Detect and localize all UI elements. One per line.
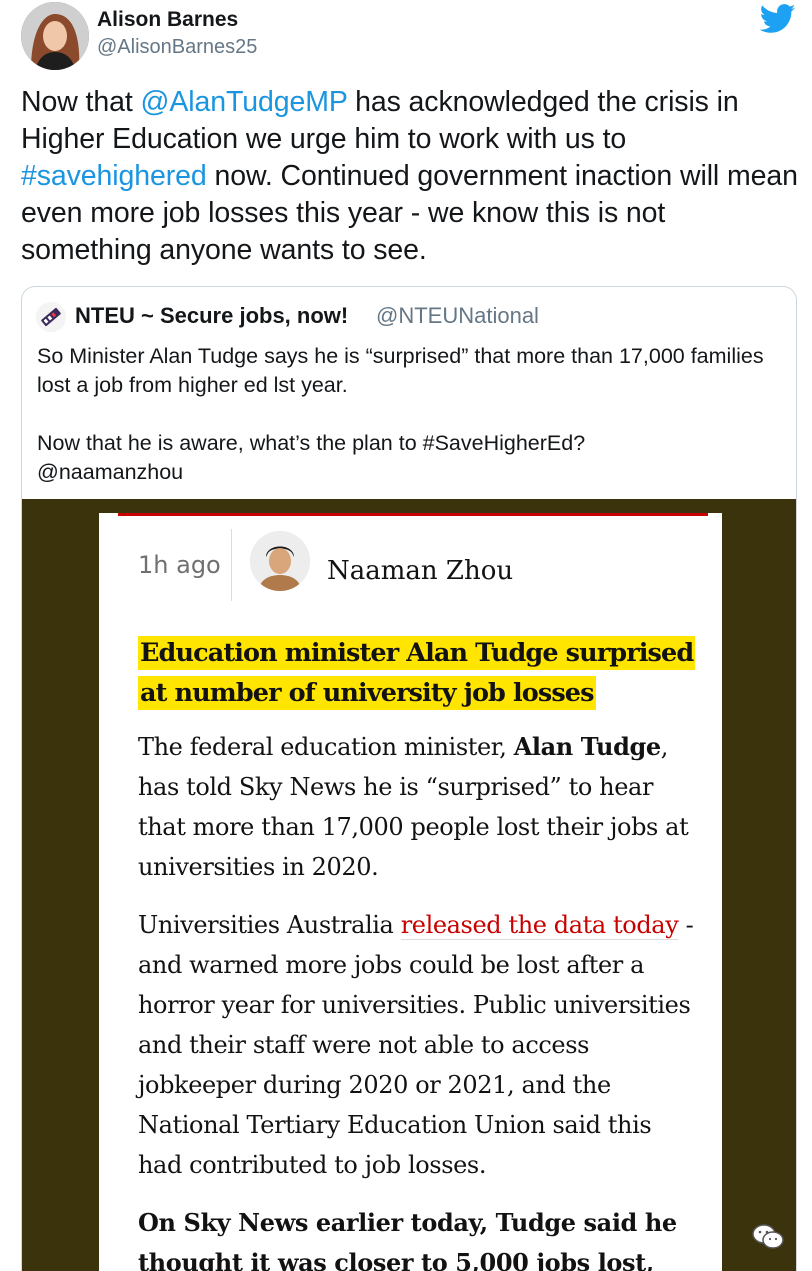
quoted-tweet[interactable]: NTEU ~ Secure jobs, now! @NTEUNational S…	[21, 286, 797, 1271]
tweet-header: Alison Barnes @AlisonBarnes25	[0, 0, 812, 72]
p1-bold: Alan Tudge	[513, 732, 661, 761]
quoted-handle[interactable]: @NTEUNational	[376, 303, 539, 329]
tweet-text: Now that @AlanTudgeMP has acknowledged t…	[21, 84, 801, 269]
twitter-bird-icon[interactable]	[759, 4, 796, 34]
p2-text-a: Universities Australia	[138, 911, 401, 939]
mention-link[interactable]: @AlanTudgeMP	[141, 86, 348, 118]
quoted-text: So Minister Alan Tudge says he is “surpr…	[37, 342, 787, 487]
p1-text-a: The federal education minister,	[138, 733, 514, 761]
timestamp-divider	[231, 529, 232, 601]
article-author-name: Naaman Zhou	[327, 556, 514, 586]
author-name[interactable]: Alison Barnes	[97, 8, 238, 32]
quoted-line-2: Now that he is aware, what’s the plan to…	[37, 431, 586, 455]
article-author-avatar	[250, 531, 310, 591]
article-paragraph-3: On Sky News earlier today, Tudge said he…	[138, 1203, 698, 1271]
article-headline: Education minister Alan Tudge surprised …	[138, 633, 698, 713]
hashtag-link[interactable]: #savehighered	[21, 160, 207, 192]
quoted-line-1: So Minister Alan Tudge says he is “surpr…	[37, 344, 764, 397]
author-avatar[interactable]	[21, 2, 89, 70]
article-body: The federal education minister, Alan Tud…	[138, 727, 698, 1271]
article-screenshot: 1h ago Naaman Zhou Education minister Al…	[99, 513, 722, 1271]
p3-bold: On Sky News earlier today, Tudge said he…	[138, 1208, 677, 1271]
quoted-avatar[interactable]	[36, 302, 66, 332]
article-paragraph-1: The federal education minister, Alan Tud…	[138, 727, 698, 887]
quoted-name[interactable]: NTEU ~ Secure jobs, now!	[75, 303, 348, 329]
author-handle[interactable]: @AlisonBarnes25	[97, 36, 257, 59]
article-timestamp: 1h ago	[138, 551, 221, 579]
released-data-link: released the data today	[400, 911, 679, 940]
p2-text-b: - and warned more jobs could be lost aft…	[138, 911, 694, 1179]
wechat-icon	[750, 1222, 786, 1252]
article-headline-text: Education minister Alan Tudge surprised …	[138, 636, 696, 710]
quoted-media-image[interactable]: 1h ago Naaman Zhou Education minister Al…	[22, 499, 796, 1271]
article-paragraph-2: Universities Australia released the data…	[138, 905, 698, 1185]
tweet-text-part1: Now that	[21, 86, 141, 118]
quoted-line-3: @naamanzhou	[37, 460, 184, 484]
article-top-rule	[118, 513, 708, 516]
